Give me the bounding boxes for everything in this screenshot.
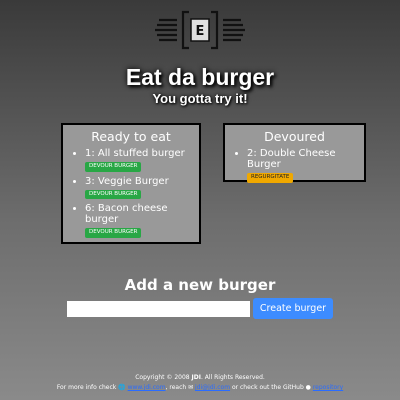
- footer-info: For more info check 🌐 www.jdi.com, reach…: [0, 384, 400, 392]
- burger-name-input[interactable]: [66, 300, 250, 317]
- list-item: 2: Double Cheese Burger REGURGITATE: [247, 148, 364, 183]
- add-burger-section: Add a new burger Create burger: [0, 276, 400, 319]
- devoured-panel-heading: Devoured: [264, 129, 325, 144]
- page-title: Eat da burger: [125, 64, 275, 90]
- email-link[interactable]: jdi@jdi.com: [195, 384, 230, 391]
- devour-burger-button[interactable]: DEVOUR BURGER: [85, 228, 142, 238]
- burger-label: 2: Double Cheese Burger: [247, 148, 336, 170]
- github-text: or check out the GitHub: [230, 384, 306, 391]
- github-icon: ●: [305, 384, 311, 391]
- devour-burger-button[interactable]: DEVOUR BURGER: [85, 189, 142, 199]
- add-burger-form: Create burger: [0, 298, 400, 319]
- devoured-burger-list: 2: Double Cheese Burger REGURGITATE: [225, 148, 364, 183]
- footer-copyright: Copyright © 2008 JDI. All Rights Reserve…: [0, 374, 400, 382]
- copyright-brand: JDI: [191, 374, 201, 381]
- reach-text: , reach: [165, 384, 189, 391]
- envelope-icon: ✉: [188, 384, 194, 391]
- page-header: E Eat da burger You gotta try it!: [0, 0, 400, 106]
- devoured-panel: Devoured 2: Double Cheese Burger REGURGI…: [223, 123, 366, 183]
- burger-label: 1: All stuffed burger: [85, 148, 185, 159]
- copyright-suffix: . All Rights Reserved.: [200, 374, 265, 381]
- page-subtitle: You gotta try it!: [152, 91, 248, 106]
- ready-burger-list: 1: All stuffed burger DEVOUR BURGER 3: V…: [63, 148, 199, 238]
- burger-label: 6: Bacon cheese burger: [85, 203, 168, 225]
- info-prefix: For more info check: [56, 384, 119, 391]
- logo-letter: E: [196, 24, 205, 39]
- add-burger-heading: Add a new burger: [124, 276, 276, 294]
- logo: E: [155, 10, 245, 50]
- create-burger-button[interactable]: Create burger: [252, 298, 334, 319]
- ready-to-eat-panel: Ready to eat 1: All stuffed burger DEVOU…: [61, 123, 201, 244]
- list-item: 3: Veggie Burger DEVOUR BURGER: [85, 175, 199, 199]
- ready-panel-heading: Ready to eat: [91, 129, 171, 144]
- burger-label: 3: Veggie Burger: [85, 175, 169, 187]
- devour-burger-button[interactable]: DEVOUR BURGER: [85, 162, 142, 172]
- website-link[interactable]: www.jdi.com: [128, 384, 166, 391]
- repository-link[interactable]: repository: [313, 384, 343, 391]
- list-item: 1: All stuffed burger DEVOUR BURGER: [85, 148, 199, 172]
- globe-icon: 🌐: [118, 384, 126, 391]
- list-item: 6: Bacon cheese burger DEVOUR BURGER: [85, 203, 199, 238]
- copyright-prefix: Copyright © 2008: [135, 374, 192, 381]
- regurgitate-button[interactable]: REGURGITATE: [247, 173, 294, 183]
